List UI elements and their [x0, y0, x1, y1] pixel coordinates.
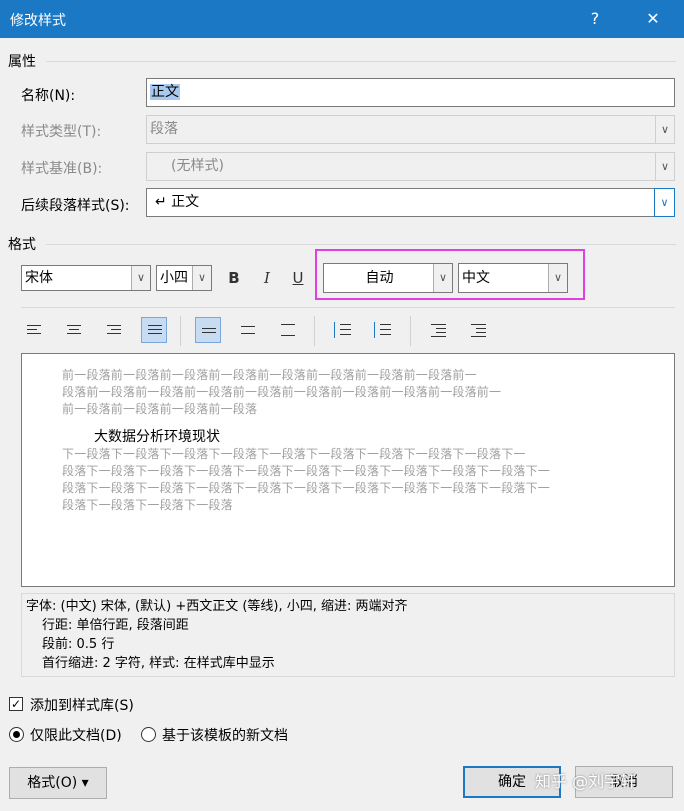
italic-button[interactable]: I — [256, 265, 278, 291]
single-spacing-button[interactable] — [195, 317, 221, 343]
style-type-select: 段落 ∨ — [146, 115, 675, 144]
title-bar: 修改样式 ? ✕ — [0, 0, 684, 38]
preview-next-line: 下一段落下一段落下一段落下一段落下一段落下一段落下一段落下一段落下一段落下一 — [62, 447, 526, 461]
chevron-down-icon: ∨ — [655, 153, 674, 180]
space-before-decrease-icon[interactable] — [369, 317, 395, 343]
name-value: 正文 — [150, 84, 180, 100]
style-based-select: (无样式) ∨ — [146, 152, 675, 181]
chevron-down-icon: ∨ — [131, 266, 150, 290]
highlight-box — [315, 249, 585, 300]
preview-next-paragraph: 下一段落下一段落下一段落下一段落下一段落下一段落下一段落下一段落下一段落下一 段… — [62, 446, 622, 514]
size-select[interactable]: 小四 ∨ — [156, 265, 212, 291]
align-justify-button[interactable] — [141, 317, 167, 343]
only-this-doc-radio[interactable] — [9, 727, 24, 742]
new-docs-template-radio[interactable] — [141, 727, 156, 742]
window-title: 修改样式 — [10, 13, 66, 29]
next-style-value: ↵ 正文 — [155, 194, 200, 210]
preview-main-text: 大数据分析环境现状 — [94, 429, 220, 445]
watermark: 知乎 @刘宇轩 — [535, 772, 637, 791]
one-half-spacing-button[interactable] — [235, 317, 261, 343]
toolbar-separator — [314, 316, 315, 346]
style-type-value: 段落 — [150, 121, 178, 137]
increase-indent-icon[interactable] — [465, 317, 491, 343]
format-menu-button[interactable]: 格式(O) ▾ — [9, 767, 107, 799]
align-right-button[interactable] — [101, 317, 127, 343]
style-preview: 前一段落前一段落前一段落前一段落前一段落前一段落前一段落前一段落前一 段落前一段… — [21, 353, 675, 587]
toolbar-separator — [410, 316, 411, 346]
description-line: 字体: (中文) 宋体, (默认) +西文正文 (等线), 小四, 缩进: 两端… — [26, 599, 408, 614]
properties-divider — [46, 61, 676, 62]
preview-prev-paragraph: 前一段落前一段落前一段落前一段落前一段落前一段落前一段落前一段落前一 段落前一段… — [62, 367, 622, 418]
only-this-doc-label[interactable]: 仅限此文档(D) — [30, 725, 122, 745]
add-to-gallery-label[interactable]: 添加到样式库(S) — [30, 695, 134, 715]
description-line: 行距: 单倍行距, 段落间距 — [42, 618, 189, 633]
align-center-button[interactable] — [61, 317, 87, 343]
next-style-label: 后续段落样式(S): — [21, 198, 130, 214]
size-value: 小四 — [160, 270, 188, 286]
font-select[interactable]: 宋体 ∨ — [21, 265, 151, 291]
style-based-label: 样式基准(B): — [21, 161, 103, 177]
chevron-down-icon[interactable]: ∨ — [654, 188, 675, 217]
font-value: 宋体 — [25, 270, 53, 286]
add-to-gallery-checkbox[interactable]: ✓ — [9, 697, 23, 711]
preview-prev-line: 前一段落前一段落前一段落前一段落前一段落前一段落前一段落前一段落前一 — [62, 368, 477, 382]
name-label: 名称(N): — [21, 88, 76, 104]
style-based-value: (无样式) — [171, 158, 224, 174]
style-type-label: 样式类型(T): — [21, 124, 102, 140]
properties-section-label: 属性 — [8, 54, 36, 70]
format-section-label: 格式 — [8, 237, 36, 253]
description-line: 段前: 0.5 行 — [42, 637, 115, 652]
chevron-down-icon: ∨ — [655, 116, 674, 143]
style-description: 字体: (中文) 宋体, (默认) +西文正文 (等线), 小四, 缩进: 两端… — [21, 593, 675, 677]
space-before-increase-icon[interactable] — [329, 317, 355, 343]
preview-prev-line: 段落前一段落前一段落前一段落前一段落前一段落前一段落前一段落前一段落前一 — [62, 385, 502, 399]
preview-prev-line: 前一段落前一段落前一段落前一段落 — [62, 402, 258, 416]
format-divider — [46, 244, 676, 245]
preview-next-line: 段落下一段落下一段落下一段落下一段落下一段落下一段落下一段落下一段落下一段落下一 — [62, 464, 551, 478]
double-spacing-button[interactable] — [275, 317, 301, 343]
next-style-select[interactable]: ↵ 正文 ∨ — [146, 188, 675, 217]
underline-button[interactable]: U — [287, 265, 309, 291]
help-button[interactable]: ? — [572, 0, 618, 38]
close-button[interactable]: ✕ — [630, 0, 676, 38]
description-line: 首行缩进: 2 字符, 样式: 在样式库中显示 — [42, 656, 275, 671]
align-left-button[interactable] — [21, 317, 47, 343]
chevron-down-icon: ∨ — [192, 266, 211, 290]
preview-next-line: 段落下一段落下一段落下一段落 — [62, 498, 233, 512]
bold-button[interactable]: B — [223, 265, 245, 291]
name-field[interactable]: 正文 — [146, 78, 675, 107]
new-docs-template-label[interactable]: 基于该模板的新文档 — [162, 725, 288, 745]
toolbar-separator — [180, 316, 181, 346]
preview-next-line: 段落下一段落下一段落下一段落下一段落下一段落下一段落下一段落下一段落下一段落下一 — [62, 481, 551, 495]
decrease-indent-icon[interactable] — [425, 317, 451, 343]
toolbar-divider — [21, 307, 675, 308]
